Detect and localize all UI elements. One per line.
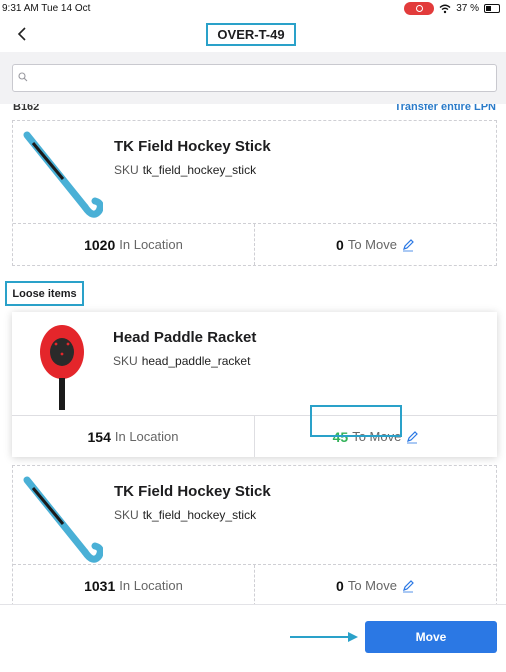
to-move-label: To Move (347, 237, 397, 252)
status-icons: 37 % (404, 2, 500, 15)
item-card[interactable]: TK Field Hockey Stick SKU tk_field_hockey… (12, 120, 497, 266)
battery-icon (484, 4, 500, 13)
search-icon (18, 72, 28, 82)
paddle-racket-image (40, 325, 84, 410)
sku-value: tk_field_hockey_stick (142, 508, 257, 522)
item-list[interactable]: B162 Transfer entire LPN TK Field Hockey… (0, 104, 506, 604)
item-sku: SKU tk_field_hockey_stick (114, 508, 256, 522)
to-move-highlight (310, 405, 402, 437)
in-location-cell: 1020 In Location (13, 224, 254, 265)
to-move-cell[interactable]: 0 To Move (254, 565, 496, 604)
search-input[interactable] (12, 64, 497, 92)
nav-header: OVER-T-49 (0, 18, 506, 52)
chevron-left-icon[interactable] (12, 23, 34, 45)
to-move-count: 0 (336, 577, 344, 594)
item-card[interactable]: TK Field Hockey Stick SKU tk_field_hockey… (12, 465, 497, 604)
item-name: Head Paddle Racket (113, 329, 257, 346)
hockey-stick-image (23, 131, 103, 218)
item-name: TK Field Hockey Stick (114, 483, 271, 500)
bottom-action-bar: Move (0, 604, 506, 672)
in-location-cell: 154 In Location (12, 416, 254, 457)
in-location-label: In Location (114, 429, 179, 444)
item-card-selected[interactable]: Head Paddle Racket SKU head_paddle_racket… (12, 312, 497, 457)
sku-label: SKU (114, 163, 139, 177)
sku-label: SKU (113, 354, 138, 368)
battery-percent: 37 % (456, 3, 479, 14)
move-button[interactable]: Move (365, 621, 497, 653)
item-sku: SKU tk_field_hockey_stick (114, 163, 256, 177)
item-footer: 154 In Location 45 To Move (12, 415, 497, 457)
wifi-icon (439, 4, 451, 13)
sku-label: SKU (114, 508, 139, 522)
search-area (0, 52, 506, 104)
loose-items-heading: Loose items (5, 281, 84, 306)
status-bar: 9:31 AM Tue 14 Oct 37 % (0, 0, 506, 18)
pencil-icon[interactable] (401, 238, 415, 252)
item-footer: 1031 In Location 0 To Move (13, 564, 496, 604)
lpn-label: B162 (13, 104, 40, 112)
item-sku: SKU head_paddle_racket (113, 354, 250, 368)
to-move-label: To Move (347, 578, 397, 593)
in-location-count: 1020 (84, 236, 116, 253)
to-move-count: 0 (336, 236, 344, 253)
screen-record-icon (404, 2, 435, 15)
transfer-entire-lpn-link[interactable]: Transfer entire LPN (395, 104, 496, 112)
to-move-cell[interactable]: 0 To Move (254, 224, 496, 265)
in-location-label: In Location (119, 237, 183, 252)
item-footer: 1020 In Location 0 To Move (13, 223, 496, 265)
page-title: OVER-T-49 (206, 23, 296, 46)
arrow-right-icon (290, 632, 358, 642)
pencil-icon[interactable] (401, 579, 415, 593)
in-location-count: 1031 (84, 577, 116, 594)
status-time: 9:31 AM Tue 14 Oct (2, 3, 91, 14)
item-name: TK Field Hockey Stick (114, 138, 271, 155)
sku-value: tk_field_hockey_stick (142, 163, 257, 177)
hockey-stick-image (23, 476, 103, 563)
pencil-icon[interactable] (405, 430, 419, 444)
in-location-count: 154 (87, 428, 111, 445)
in-location-label: In Location (119, 578, 183, 593)
sku-value: head_paddle_racket (141, 354, 251, 368)
in-location-cell: 1031 In Location (13, 565, 254, 604)
